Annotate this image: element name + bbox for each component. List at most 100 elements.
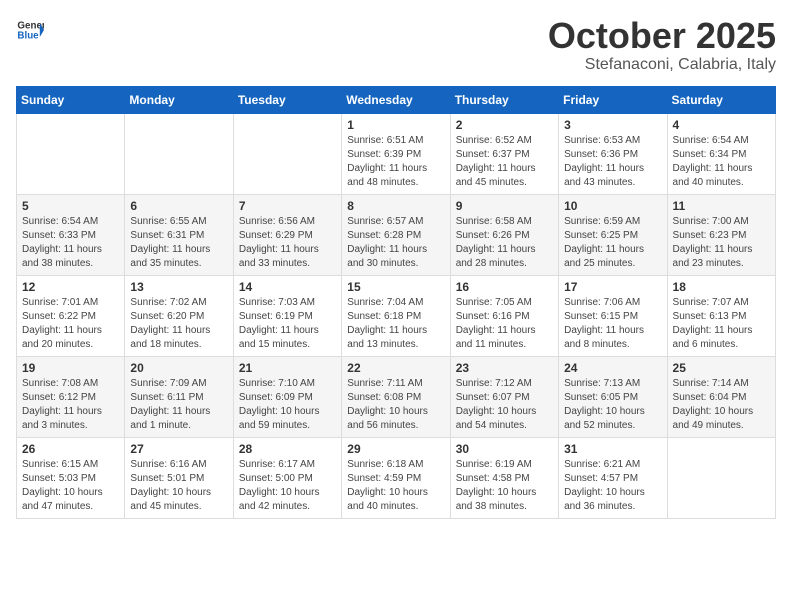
calendar-cell: 11Sunrise: 7:00 AM Sunset: 6:23 PM Dayli… <box>667 194 775 275</box>
day-number: 10 <box>564 199 661 213</box>
weekday-header: Monday <box>125 86 233 113</box>
calendar-cell: 17 Sunrise: 7:06 AM Sunset: 6:15 PM Dayli… <box>559 275 667 356</box>
calendar-cell: 2 Sunrise: 6:52 AM Sunset: 6:37 PM Daylig… <box>450 113 558 194</box>
day-info: Sunrise: 7:10 AM Sunset: 6:09 PM Dayligh… <box>239 377 336 433</box>
day-number: 15 <box>347 280 444 294</box>
weekday-header: Tuesday <box>233 86 341 113</box>
day-info: Sunrise: 7:13 AM Sunset: 6:05 PM Dayligh… <box>564 377 661 433</box>
calendar-cell: 7Sunrise: 6:56 AM Sunset: 6:29 PM Daylig… <box>233 194 341 275</box>
calendar-cell: 5 Sunrise: 6:54 AM Sunset: 6:33 PM Daylig… <box>17 194 125 275</box>
day-number: 29 <box>347 442 444 456</box>
weekday-header: Saturday <box>667 86 775 113</box>
day-number: 1 <box>347 118 444 132</box>
day-number: 22 <box>347 361 444 375</box>
day-info: Sunrise: 6:58 AM Sunset: 6:26 PM Dayligh… <box>456 215 553 271</box>
day-number: 26 <box>22 442 119 456</box>
day-info: Sunrise: 6:19 AM Sunset: 4:58 PM Dayligh… <box>456 458 553 514</box>
calendar-cell <box>17 113 125 194</box>
calendar-cell: 21 Sunrise: 7:10 AM Sunset: 6:09 PM Dayli… <box>233 356 341 437</box>
day-info: Sunrise: 6:15 AM Sunset: 5:03 PM Dayligh… <box>22 458 119 514</box>
weekday-header: Thursday <box>450 86 558 113</box>
day-info: Sunrise: 6:21 AM Sunset: 4:57 PM Dayligh… <box>564 458 661 514</box>
day-info: Sunrise: 6:57 AM Sunset: 6:28 PM Dayligh… <box>347 215 444 271</box>
day-number: 27 <box>130 442 227 456</box>
day-info: Sunrise: 6:54 AM Sunset: 6:34 PM Dayligh… <box>673 134 770 190</box>
weekday-header: Friday <box>559 86 667 113</box>
calendar-cell: 25 Sunrise: 7:14 AM Sunset: 6:04 PM Dayli… <box>667 356 775 437</box>
calendar-cell: 28 Sunrise: 6:17 AM Sunset: 5:00 PM Dayli… <box>233 437 341 518</box>
day-info: Sunrise: 7:02 AM Sunset: 6:20 PM Dayligh… <box>130 296 227 352</box>
day-number: 7 <box>239 199 336 213</box>
day-number: 25 <box>673 361 770 375</box>
calendar-cell: 31 Sunrise: 6:21 AM Sunset: 4:57 PM Dayli… <box>559 437 667 518</box>
day-info: Sunrise: 6:51 AM Sunset: 6:39 PM Dayligh… <box>347 134 444 190</box>
day-info: Sunrise: 7:01 AM Sunset: 6:22 PM Dayligh… <box>22 296 119 352</box>
day-info: Sunrise: 7:05 AM Sunset: 6:16 PM Dayligh… <box>456 296 553 352</box>
day-info: Sunrise: 6:53 AM Sunset: 6:36 PM Dayligh… <box>564 134 661 190</box>
calendar-cell: 16 Sunrise: 7:05 AM Sunset: 6:16 PM Dayli… <box>450 275 558 356</box>
day-number: 18 <box>673 280 770 294</box>
calendar-cell: 13 Sunrise: 7:02 AM Sunset: 6:20 PM Dayli… <box>125 275 233 356</box>
weekday-header-row: SundayMondayTuesdayWednesdayThursdayFrid… <box>17 86 776 113</box>
weekday-header: Wednesday <box>342 86 450 113</box>
calendar-cell: 19Sunrise: 7:08 AM Sunset: 6:12 PM Dayli… <box>17 356 125 437</box>
day-number: 11 <box>673 199 770 213</box>
day-info: Sunrise: 7:04 AM Sunset: 6:18 PM Dayligh… <box>347 296 444 352</box>
calendar-cell: 4 Sunrise: 6:54 AM Sunset: 6:34 PM Daylig… <box>667 113 775 194</box>
day-number: 23 <box>456 361 553 375</box>
calendar-cell: 29 Sunrise: 6:18 AM Sunset: 4:59 PM Dayli… <box>342 437 450 518</box>
day-number: 30 <box>456 442 553 456</box>
day-info: Sunrise: 7:14 AM Sunset: 6:04 PM Dayligh… <box>673 377 770 433</box>
day-info: Sunrise: 7:07 AM Sunset: 6:13 PM Dayligh… <box>673 296 770 352</box>
day-number: 8 <box>347 199 444 213</box>
calendar-cell: 23Sunrise: 7:12 AM Sunset: 6:07 PM Dayli… <box>450 356 558 437</box>
day-number: 16 <box>456 280 553 294</box>
calendar-cell: 26 Sunrise: 6:15 AM Sunset: 5:03 PM Dayli… <box>17 437 125 518</box>
weekday-header: Sunday <box>17 86 125 113</box>
day-number: 17 <box>564 280 661 294</box>
header: General Blue October 2025 Stefanaconi, C… <box>16 16 776 74</box>
day-number: 28 <box>239 442 336 456</box>
svg-text:Blue: Blue <box>17 30 39 41</box>
calendar-cell: 20Sunrise: 7:09 AM Sunset: 6:11 PM Dayli… <box>125 356 233 437</box>
day-info: Sunrise: 6:59 AM Sunset: 6:25 PM Dayligh… <box>564 215 661 271</box>
calendar-cell: 22 Sunrise: 7:11 AM Sunset: 6:08 PM Dayli… <box>342 356 450 437</box>
calendar-cell <box>233 113 341 194</box>
calendar-cell <box>125 113 233 194</box>
calendar-cell: 27Sunrise: 6:16 AM Sunset: 5:01 PM Dayli… <box>125 437 233 518</box>
day-info: Sunrise: 6:18 AM Sunset: 4:59 PM Dayligh… <box>347 458 444 514</box>
day-info: Sunrise: 6:55 AM Sunset: 6:31 PM Dayligh… <box>130 215 227 271</box>
day-number: 31 <box>564 442 661 456</box>
calendar-cell: 18 Sunrise: 7:07 AM Sunset: 6:13 PM Dayli… <box>667 275 775 356</box>
day-info: Sunrise: 7:11 AM Sunset: 6:08 PM Dayligh… <box>347 377 444 433</box>
day-info: Sunrise: 7:09 AM Sunset: 6:11 PM Dayligh… <box>130 377 227 433</box>
day-number: 2 <box>456 118 553 132</box>
title-area: October 2025 Stefanaconi, Calabria, Ital… <box>548 16 776 74</box>
day-info: Sunrise: 6:17 AM Sunset: 5:00 PM Dayligh… <box>239 458 336 514</box>
calendar-cell: 30 Sunrise: 6:19 AM Sunset: 4:58 PM Dayli… <box>450 437 558 518</box>
day-info: Sunrise: 7:06 AM Sunset: 6:15 PM Dayligh… <box>564 296 661 352</box>
day-number: 19 <box>22 361 119 375</box>
calendar-week-row: 12Sunrise: 7:01 AM Sunset: 6:22 PM Dayli… <box>17 275 776 356</box>
month-title: October 2025 <box>548 16 776 56</box>
calendar-cell: 24 Sunrise: 7:13 AM Sunset: 6:05 PM Dayli… <box>559 356 667 437</box>
logo: General Blue <box>16 16 44 44</box>
calendar-cell <box>667 437 775 518</box>
day-number: 3 <box>564 118 661 132</box>
calendar-cell: 14Sunrise: 7:03 AM Sunset: 6:19 PM Dayli… <box>233 275 341 356</box>
day-info: Sunrise: 6:54 AM Sunset: 6:33 PM Dayligh… <box>22 215 119 271</box>
day-number: 13 <box>130 280 227 294</box>
day-number: 4 <box>673 118 770 132</box>
calendar-cell: 6Sunrise: 6:55 AM Sunset: 6:31 PM Daylig… <box>125 194 233 275</box>
day-number: 5 <box>22 199 119 213</box>
calendar-week-row: 19Sunrise: 7:08 AM Sunset: 6:12 PM Dayli… <box>17 356 776 437</box>
day-info: Sunrise: 6:52 AM Sunset: 6:37 PM Dayligh… <box>456 134 553 190</box>
calendar-week-row: 1 Sunrise: 6:51 AM Sunset: 6:39 PM Daylig… <box>17 113 776 194</box>
calendar-cell: 1 Sunrise: 6:51 AM Sunset: 6:39 PM Daylig… <box>342 113 450 194</box>
calendar-cell: 3 Sunrise: 6:53 AM Sunset: 6:36 PM Daylig… <box>559 113 667 194</box>
location-title: Stefanaconi, Calabria, Italy <box>548 56 776 74</box>
day-number: 24 <box>564 361 661 375</box>
day-number: 21 <box>239 361 336 375</box>
day-info: Sunrise: 7:03 AM Sunset: 6:19 PM Dayligh… <box>239 296 336 352</box>
calendar-cell: 8 Sunrise: 6:57 AM Sunset: 6:28 PM Daylig… <box>342 194 450 275</box>
